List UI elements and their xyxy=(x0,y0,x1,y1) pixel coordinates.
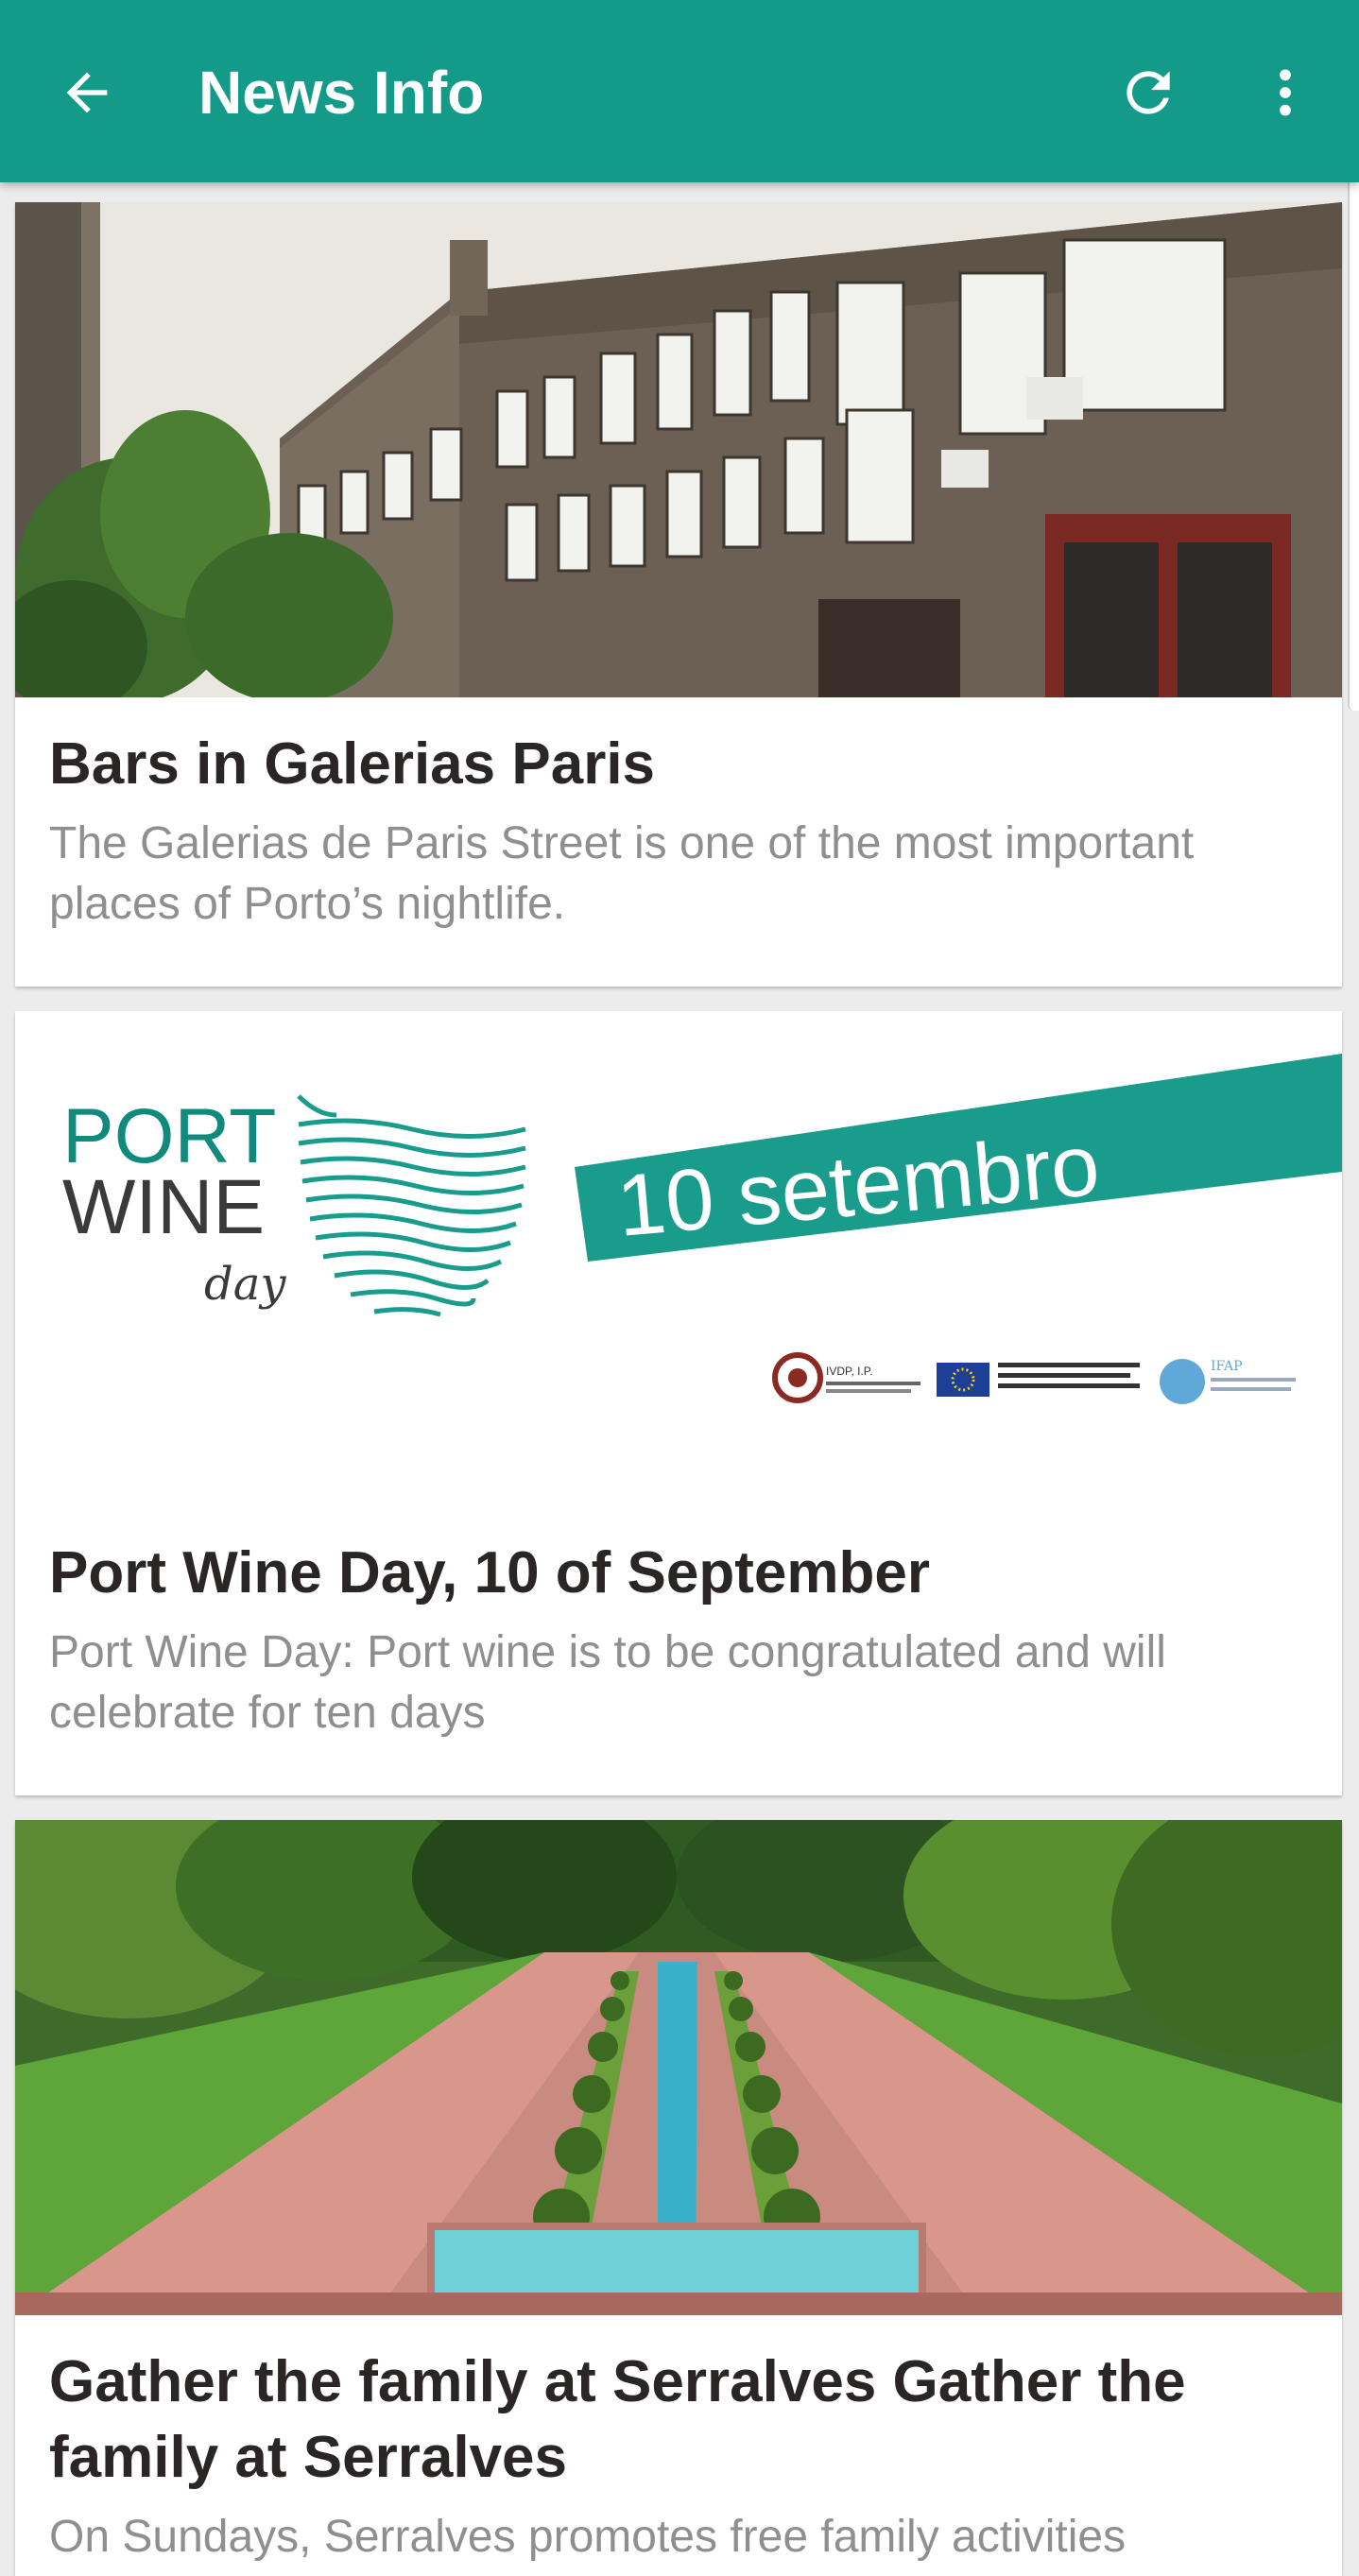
refresh-icon xyxy=(1127,71,1170,114)
news-card[interactable]: Bars in Galerias Paris The Galerias de P… xyxy=(15,202,1342,987)
refresh-button[interactable] xyxy=(1106,55,1191,130)
svg-text:IVDP, I.P.: IVDP, I.P. xyxy=(826,1365,873,1378)
page-title: News Info xyxy=(198,59,485,127)
news-title: Port Wine Day, 10 of September xyxy=(49,1540,930,1606)
news-image xyxy=(15,202,1342,697)
back-button[interactable] xyxy=(49,55,125,130)
port-wine-day-banner: PORT WINE day 10 setembro IVDP, I.P. CAM… xyxy=(15,1011,1342,1506)
svg-text:day: day xyxy=(204,1258,286,1311)
news-description: The Galerias de Paris Street is one of t… xyxy=(49,818,1195,929)
news-card[interactable]: PORT WINE day 10 setembro IVDP, I.P. CAM… xyxy=(15,1011,1342,1795)
serralves-garden-photo xyxy=(15,1820,1342,2315)
svg-text:WINE: WINE xyxy=(62,1164,265,1250)
galerias-paris-building-photo xyxy=(15,202,1342,697)
news-title: Gather the family at Serralves Gather th… xyxy=(49,2349,1186,2490)
news-image xyxy=(15,1820,1342,2315)
news-card[interactable]: Gather the family at Serralves Gather th… xyxy=(15,1820,1342,2576)
news-image: PORT WINE day 10 setembro IVDP, I.P. CAM… xyxy=(15,1011,1342,1506)
app-bar: News Info xyxy=(0,0,1359,182)
more-options-button[interactable] xyxy=(1247,55,1323,130)
svg-text:CAMPANHA FINANCIADA COM A CONT: CAMPANHA FINANCIADA COM A CONTRIBUIÇÃO D… xyxy=(998,1403,1237,1410)
arrow-left-icon xyxy=(66,72,108,113)
news-description: Port Wine Day: Port wine is to be congra… xyxy=(49,1627,1166,1738)
svg-text:IFAP: IFAP xyxy=(1211,1359,1243,1374)
news-title: Bars in Galerias Paris xyxy=(49,731,656,797)
more-vert-icon xyxy=(1280,69,1291,116)
scrollbar-thumb[interactable] xyxy=(1348,163,1359,711)
news-description: On Sundays, Serralves promotes free fami… xyxy=(49,2512,1127,2562)
